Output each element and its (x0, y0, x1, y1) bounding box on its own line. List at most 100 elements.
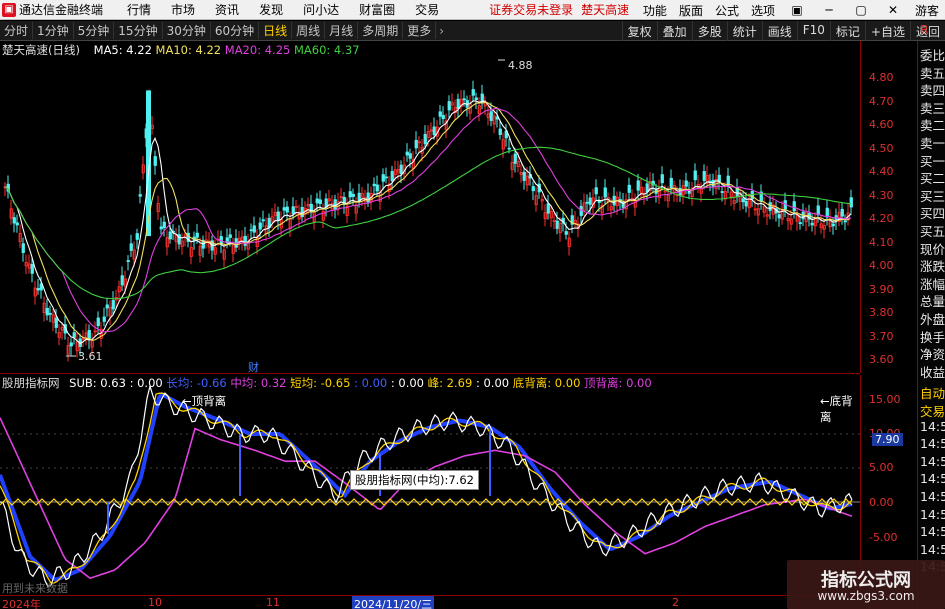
overlay-button[interactable]: 叠加 (656, 21, 692, 41)
minimize-icon[interactable]: ─ (819, 3, 839, 17)
period-1min[interactable]: 1分钟 (33, 22, 74, 39)
side-label: 买四 (920, 206, 945, 222)
menu-function[interactable]: 功能 (643, 2, 667, 19)
candle (474, 97, 478, 100)
side-label[interactable]: 自动 (920, 383, 945, 402)
adjust-button[interactable]: 复权 (621, 21, 657, 41)
mark-button[interactable]: 标记 (829, 21, 865, 41)
side-label: 外盘 (920, 312, 945, 327)
period-weekly[interactable]: 周线 (292, 22, 326, 39)
menu-trade[interactable]: 交易 (415, 1, 439, 18)
candle (318, 199, 322, 204)
candle (798, 222, 802, 224)
login-status[interactable]: 证券交易未登录 (489, 1, 573, 18)
candle (810, 222, 814, 226)
period-multi[interactable]: 多周期 (358, 22, 404, 39)
indicator-tick: -5.00 (869, 531, 898, 544)
mid-avg-line (0, 417, 853, 580)
date-label: 2 (672, 596, 679, 609)
side-label[interactable]: 交易 (920, 401, 945, 420)
period-5min[interactable]: 5分钟 (74, 22, 115, 39)
price-chart[interactable]: 楚天高速(日线) MA5: 4.22 MA10: 4.22 MA20: 4.25… (0, 41, 860, 374)
menu-formula[interactable]: 公式 (715, 2, 739, 19)
menu-assistant[interactable]: 问小达 (303, 1, 339, 18)
price-tick: 4.50 (869, 141, 894, 155)
menu-news[interactable]: 资讯 (215, 1, 239, 18)
candle (195, 232, 199, 238)
app-logo-icon: ▣ (2, 2, 16, 17)
price-tick: 4.30 (869, 188, 894, 202)
chevron-down-icon[interactable]: › (436, 24, 447, 38)
indicator-tick: 0.00 (869, 496, 894, 509)
multi-stock-button[interactable]: 多股 (691, 21, 727, 41)
side-label: 卖一 (920, 136, 945, 151)
site-watermark: 指标公式网 www.zbgs3.com (787, 560, 945, 609)
candle (146, 90, 151, 237)
quote-side-panel: R 委比 卖五 卖四 卖三 卖二 卖一 买一 买二 买三 买四 买五 现价 涨跌 涨幅 总量 外盘 换手 净资 收益自… (917, 22, 945, 609)
add-watchlist-button[interactable]: +自选 (864, 21, 910, 41)
f10-button[interactable]: F10 (796, 21, 830, 41)
watermark-url: www.zbgs3.com (817, 589, 915, 603)
period-30min[interactable]: 30分钟 (163, 22, 211, 39)
menu-discover[interactable]: 发现 (259, 1, 283, 18)
candle (282, 207, 286, 211)
draw-button[interactable]: 画线 (761, 21, 797, 41)
low-price-label: 3.61 (78, 350, 103, 363)
candle (849, 197, 853, 208)
candle (546, 203, 550, 214)
candle (693, 170, 697, 181)
candle (36, 288, 40, 291)
candle (105, 304, 109, 309)
candle (45, 307, 49, 316)
candle (252, 225, 256, 233)
candle (243, 235, 247, 246)
candle (315, 198, 319, 204)
candle (744, 200, 748, 207)
candle (69, 342, 73, 347)
menu-market[interactable]: 市场 (171, 1, 195, 18)
period-more[interactable]: 更多 (403, 22, 437, 39)
candle (513, 153, 517, 164)
skin-icon[interactable]: ▣ (787, 3, 807, 17)
period-15min[interactable]: 15分钟 (114, 22, 163, 39)
candle (168, 231, 172, 240)
candle (135, 233, 139, 240)
panel-toggle[interactable]: R (920, 22, 929, 37)
period-timeshare[interactable]: 分时 (0, 22, 34, 39)
stats-button[interactable]: 统计 (726, 21, 762, 41)
candle (96, 317, 100, 327)
period-toolbar: 分时 1分钟 5分钟 15分钟 30分钟 60分钟 日线 周线 月线 多周期 更… (0, 21, 945, 41)
candle (531, 186, 535, 192)
ma-line (4, 146, 852, 300)
candle (507, 147, 511, 150)
user-guest[interactable]: 游客 (915, 2, 939, 19)
candle (138, 194, 142, 197)
close-icon[interactable]: ✕ (883, 3, 903, 17)
maximize-icon[interactable]: ▢ (851, 3, 871, 17)
legend-item: : 0.00 (390, 376, 424, 390)
bottom-divergence-value: 底背离: 0.00 (512, 376, 581, 390)
candlestick-chart (3, 59, 853, 362)
period-60min[interactable]: 60分钟 (211, 22, 260, 39)
candle (684, 180, 688, 187)
candle (441, 115, 445, 120)
candle (423, 134, 427, 145)
period-daily[interactable]: 日线 (259, 22, 293, 39)
candle (249, 229, 253, 232)
price-axis: 4.80 4.70 4.60 4.50 4.40 4.30 4.20 4.10 4.00 3.90… (860, 41, 917, 373)
candle (471, 89, 475, 96)
candle (54, 317, 58, 328)
candle (111, 300, 115, 310)
menu-wealth[interactable]: 财富圈 (359, 1, 395, 18)
candle (414, 139, 418, 149)
period-monthly[interactable]: 月线 (325, 22, 359, 39)
candle (843, 220, 847, 223)
side-label: 换手 (920, 329, 945, 345)
date-label: 10 (148, 596, 162, 609)
price-tick: 4.70 (869, 94, 894, 108)
indicator-name[interactable]: 股朋指标网 (2, 376, 60, 390)
menu-options[interactable]: 选项 (751, 2, 775, 19)
menu-quotes[interactable]: 行情 (127, 1, 151, 18)
menu-layout[interactable]: 版面 (679, 2, 703, 19)
price-tick: 4.10 (869, 235, 894, 249)
